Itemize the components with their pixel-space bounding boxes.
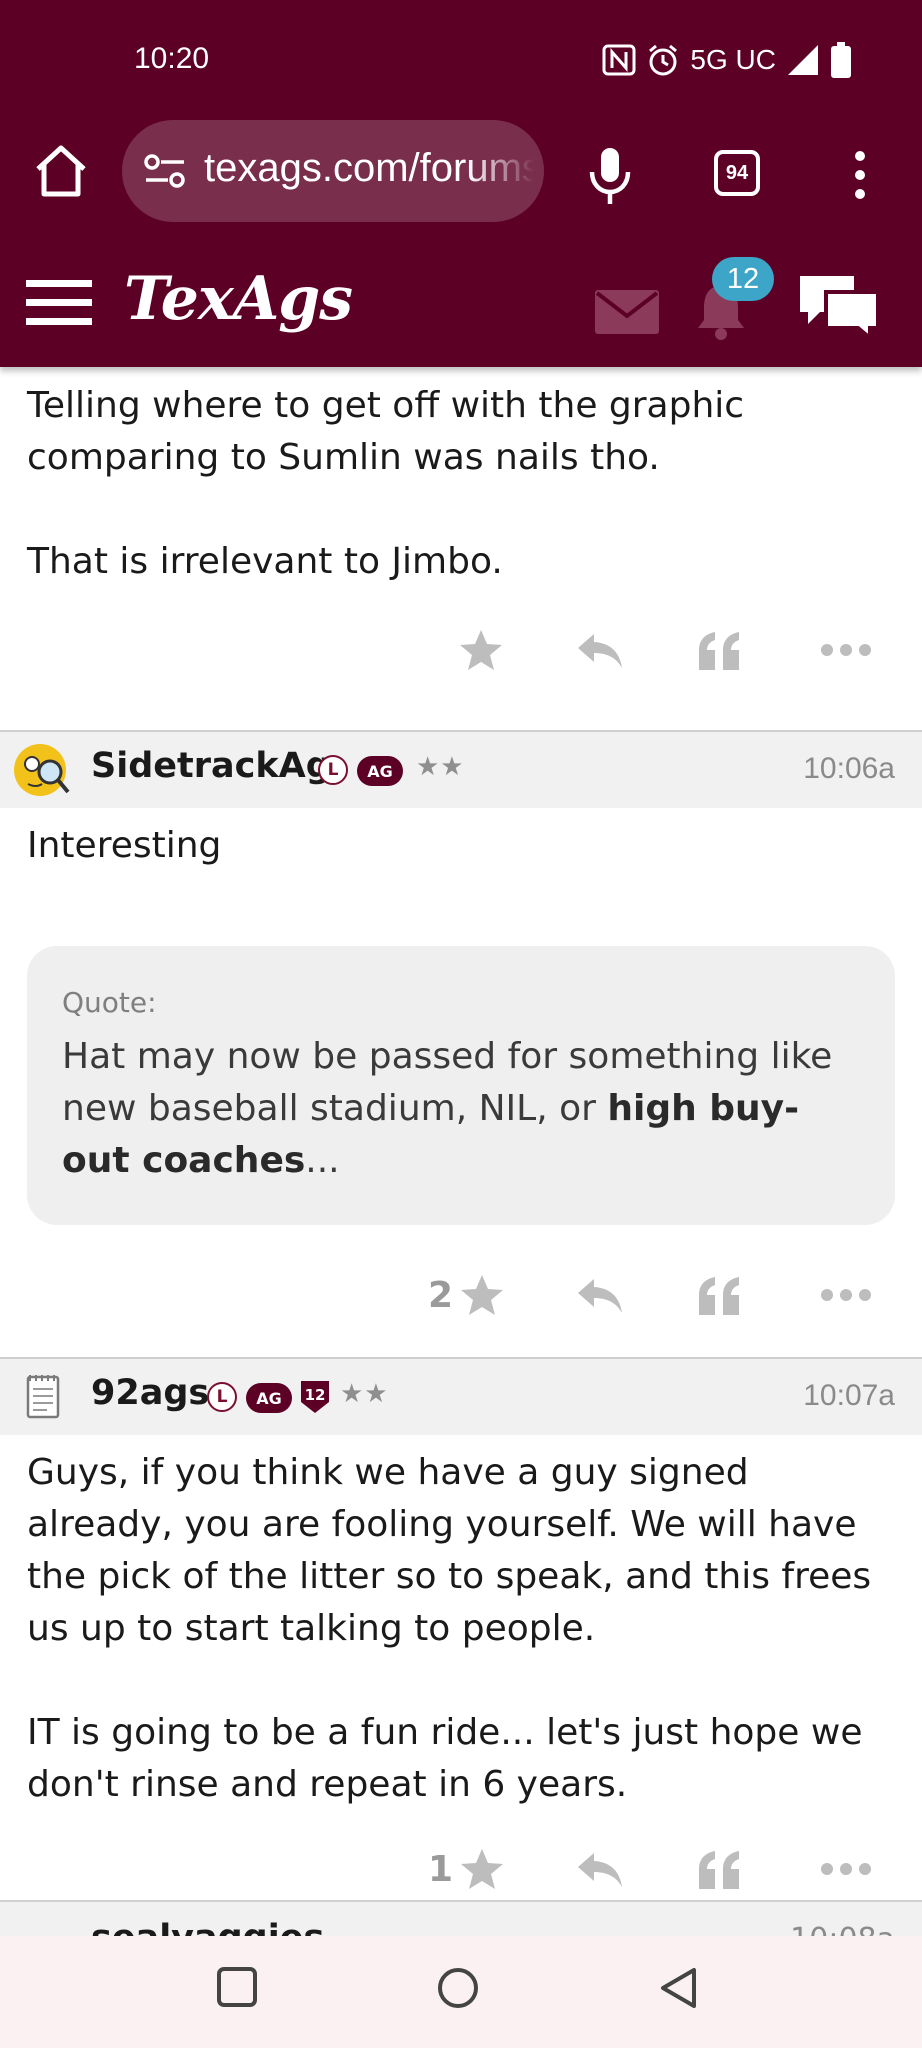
home-circle-icon[interactable]	[436, 1966, 480, 2010]
home-icon[interactable]	[32, 142, 90, 200]
notification-badge[interactable]: 12	[712, 257, 774, 301]
avatar[interactable]	[12, 740, 72, 800]
site-logo[interactable]: TexAgs	[124, 264, 353, 334]
star-icon	[460, 630, 502, 670]
badge-l: L	[318, 755, 348, 785]
quote-label: Quote:	[62, 986, 157, 1019]
alarm-icon	[649, 44, 678, 76]
post-paragraph: That is irrelevant to Jimbo.	[27, 541, 503, 582]
post-body: Interesting	[0, 808, 922, 872]
star-count: 2	[428, 1274, 454, 1316]
top-chrome: 10:20 5G UC texags.com/forums 94 TexAgs …	[0, 0, 922, 367]
more-icon	[821, 644, 871, 656]
star-button[interactable]	[458, 622, 504, 678]
post-header-partial: sealyaggies 10:08a	[0, 1900, 922, 1940]
post-paragraph: Telling where to get off with the graphi…	[27, 385, 745, 478]
badge-ag: AG	[246, 1383, 292, 1413]
badge-l: L	[207, 1382, 237, 1412]
url-bar[interactable]: texags.com/forums	[122, 120, 544, 222]
mic-icon[interactable]	[585, 144, 635, 208]
star-button[interactable]: 2	[428, 1267, 505, 1323]
quote-button[interactable]	[697, 1841, 741, 1897]
back-icon[interactable]	[658, 1966, 700, 2010]
avatar[interactable]	[12, 1367, 72, 1427]
star-count: 1	[428, 1848, 454, 1890]
more-icon	[821, 1863, 871, 1875]
post-header: 92ags L AG 12 ★★ 10:07a	[0, 1357, 922, 1435]
status-time: 10:20	[134, 42, 210, 75]
reply-icon	[578, 1279, 622, 1313]
recents-icon[interactable]	[216, 1966, 258, 2008]
badge-ag: AG	[357, 756, 403, 786]
nfc-icon	[602, 44, 636, 76]
username[interactable]: 92ags	[91, 1373, 209, 1413]
battery-icon	[831, 42, 851, 78]
quote-text: Hat may now be passed for something like…	[62, 1031, 860, 1187]
post-header: SidetrackAg L AG ★★ 10:06a	[0, 730, 922, 808]
post-body: Telling where to get off with the graphi…	[0, 367, 922, 588]
overflow-menu-icon[interactable]	[848, 148, 872, 202]
post: SidetrackAg L AG ★★ 10:06a Interesting Q…	[0, 730, 922, 1345]
url-text[interactable]: texags.com/forums	[204, 146, 534, 191]
network-type: 5G UC	[690, 44, 776, 75]
reply-button[interactable]	[576, 1841, 624, 1897]
system-nav-bar	[0, 1936, 922, 2048]
star-icon	[461, 1849, 504, 1889]
more-icon	[821, 1289, 871, 1301]
tabs-icon[interactable]: 94	[714, 150, 760, 196]
star-button[interactable]: 1	[428, 1841, 505, 1897]
quote-icon	[699, 632, 739, 670]
signal-icon	[788, 45, 818, 75]
post: Telling where to get off with the graphi…	[0, 367, 922, 700]
status-icons: 5G UC	[602, 42, 852, 78]
status-bar: 10:20 5G UC	[0, 0, 922, 120]
username[interactable]: SidetrackAg	[91, 746, 331, 786]
post-paragraph: Guys, if you think we have a guy signed …	[27, 1452, 872, 1649]
quote-icon	[699, 1851, 739, 1889]
twelfth-man-badge: 12	[301, 1381, 329, 1413]
badge-12-text: 12	[305, 1386, 326, 1404]
reply-button[interactable]	[576, 622, 624, 678]
star-icon	[461, 1275, 504, 1315]
post-actions	[0, 600, 922, 700]
post-paragraph: Interesting	[27, 825, 222, 866]
user-stars: ★★	[416, 752, 465, 782]
post-paragraph: IT is going to be a fun ride... let's ju…	[27, 1712, 863, 1805]
post-time[interactable]: 10:07a	[803, 1379, 895, 1413]
mail-icon[interactable]	[595, 290, 659, 334]
quote-button[interactable]	[697, 1267, 741, 1323]
site-settings-icon[interactable]	[144, 153, 186, 189]
quote-icon	[699, 1277, 739, 1315]
more-button[interactable]	[820, 622, 872, 678]
post-actions: 2	[0, 1245, 922, 1345]
more-button[interactable]	[820, 1267, 872, 1323]
user-stars: ★★	[340, 1379, 389, 1409]
hamburger-icon[interactable]	[26, 278, 92, 328]
quote-button[interactable]	[697, 622, 741, 678]
post-time[interactable]: 10:06a	[803, 752, 895, 786]
reply-button[interactable]	[576, 1267, 624, 1323]
thread-content: Telling where to get off with the graphi…	[0, 367, 922, 1919]
site-header: TexAgs 12	[0, 240, 922, 367]
quote-text-tail: ...	[305, 1140, 340, 1181]
more-button[interactable]	[820, 1841, 872, 1897]
reply-icon	[578, 634, 622, 668]
reply-icon	[578, 1853, 622, 1887]
post: 92ags L AG 12 ★★ 10:07a Guys, if you thi…	[0, 1357, 922, 1919]
post-body: Guys, if you think we have a guy signed …	[0, 1435, 922, 1811]
quote-block: Quote: Hat may now be passed for somethi…	[27, 946, 895, 1225]
chat-icon[interactable]	[796, 270, 882, 340]
browser-toolbar: texags.com/forums 94	[0, 120, 922, 230]
